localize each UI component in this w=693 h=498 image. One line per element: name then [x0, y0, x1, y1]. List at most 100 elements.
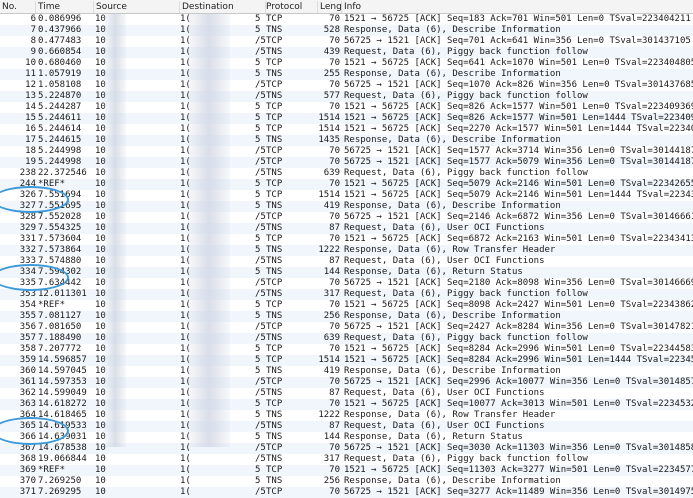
packet-time: 14.599049	[38, 388, 87, 398]
packet-info: 1521 → 56725 [ACK] Seq=8284 Ack=2996 Win…	[344, 344, 693, 354]
packet-time: 7.269295	[38, 487, 82, 497]
packet-destination-suffix: 5	[255, 190, 261, 200]
packet-time: *REF*	[38, 465, 66, 475]
packet-destination-suffix: /5	[255, 256, 266, 266]
packet-protocol: TNS	[266, 47, 283, 57]
column-header-source[interactable]: Source	[94, 1, 180, 13]
packet-time: 0.660854	[38, 47, 82, 57]
packet-row[interactable]: 370 7.269250 10 1(TNS 256 Response, Data (6),…	[0, 476, 693, 487]
packet-time: 7.552028	[38, 212, 82, 222]
packet-row[interactable]: 369 *REF* 10 1(TCP 70 1521 → 56725 [ACK] Seq=…	[0, 465, 693, 476]
packet-number: 369	[19, 465, 36, 475]
column-header-no[interactable]: No.	[0, 1, 36, 13]
packet-info: Request, Data (6), User OCI Functions	[344, 256, 545, 266]
packet-length: 70	[329, 179, 340, 189]
packet-length: 70	[329, 377, 340, 387]
packet-destination-suffix: 5	[255, 69, 261, 79]
packet-info: 1521 → 56725 [ACK] Seq=2270 Ack=1577 Win…	[344, 124, 693, 134]
packet-length: 419	[323, 366, 340, 376]
packet-info: Response, Data (6), Return Status	[344, 432, 523, 442]
packet-length: 577	[323, 91, 340, 101]
packet-number: 6	[30, 14, 36, 24]
packet-time: 0.086996	[38, 14, 82, 24]
packet-protocol: TNS	[266, 476, 283, 486]
packet-protocol: TCP	[266, 157, 283, 167]
packet-time: 0.680460	[38, 58, 82, 68]
packet-time: 1.058108	[38, 80, 82, 90]
packet-protocol: TNS	[266, 201, 283, 211]
packet-length: 70	[329, 58, 340, 68]
packet-destination: 1(	[180, 476, 191, 486]
packet-info: 56725 → 1521 [ACK] Seq=3277 Ack=11489 Wi…	[344, 487, 693, 497]
packet-protocol: TCP	[266, 124, 283, 134]
packet-destination-suffix: 5	[255, 366, 261, 376]
packet-length: 1514	[318, 124, 340, 134]
packet-info: Request, Data (6), Piggy back function f…	[344, 454, 588, 464]
packet-time: 14.596857	[38, 355, 87, 365]
packet-destination-suffix: /5	[255, 487, 266, 497]
packet-time: 5.244611	[38, 113, 82, 123]
packet-protocol: TNS	[266, 289, 283, 299]
packet-number: 354	[19, 300, 36, 310]
packet-number: 358	[19, 344, 36, 354]
packet-info: 56725 → 1521 [ACK] Seq=1577 Ack=3714 Win…	[344, 146, 693, 156]
packet-info: Request, Data (6), Piggy back function f…	[344, 289, 588, 299]
packet-length: 1435	[318, 135, 340, 145]
packet-destination-suffix: 5	[255, 58, 261, 68]
packet-time: 7.081650	[38, 322, 82, 332]
packet-length: 70	[329, 487, 340, 497]
packet-protocol: TCP	[266, 465, 283, 475]
packet-protocol: TCP	[266, 234, 283, 244]
packet-number: 331	[19, 234, 36, 244]
packet-length: 70	[329, 465, 340, 475]
packet-time: 14.678538	[38, 443, 87, 453]
packet-protocol: TCP	[266, 355, 283, 365]
packet-protocol: TNS	[266, 410, 283, 420]
packet-protocol: TCP	[266, 300, 283, 310]
packet-info: 56725 → 1521 [ACK] Seq=3030 Ack=11303 Wi…	[344, 443, 693, 453]
packet-info: 56725 → 1521 [ACK] Seq=1577 Ack=5079 Win…	[344, 157, 693, 167]
column-header-protocol[interactable]: Protocol	[264, 1, 318, 13]
packet-list-header: No. Time Source Destination Protocol Len…	[0, 0, 693, 14]
packet-protocol: TCP	[266, 278, 283, 288]
packet-length: 70	[329, 300, 340, 310]
packet-destination-suffix: /5	[255, 333, 266, 343]
packet-protocol: TNS	[266, 245, 283, 255]
packet-time: *REF*	[38, 300, 66, 310]
column-header-time[interactable]: Time	[36, 1, 94, 13]
column-header-info[interactable]: Info	[342, 1, 693, 13]
packet-protocol: TNS	[266, 168, 283, 178]
packet-protocol: TNS	[266, 421, 283, 431]
packet-length: 144	[323, 432, 340, 442]
packet-info: 56725 → 1521 [ACK] Seq=1070 Ack=826 Win=…	[344, 80, 693, 90]
packet-time: 0.477483	[38, 36, 82, 46]
packet-protocol: TNS	[266, 69, 283, 79]
packet-destination-suffix: 5	[255, 300, 261, 310]
packet-length: 70	[329, 234, 340, 244]
packet-number: 15	[25, 113, 36, 123]
packet-protocol: TCP	[266, 14, 283, 24]
packet-time: 7.554325	[38, 223, 82, 233]
packet-time: 19.066844	[38, 454, 87, 464]
packet-protocol: TCP	[266, 58, 283, 68]
packet-number: 12	[25, 80, 36, 90]
packet-destination-suffix: 5	[255, 113, 261, 123]
packet-number: 238	[19, 168, 36, 178]
packet-destination-suffix: /5	[255, 278, 266, 288]
packet-number: 363	[19, 399, 36, 409]
packet-info: 56725 → 1521 [ACK] Seq=2427 Ack=8284 Win…	[344, 322, 693, 332]
packet-number: 355	[19, 311, 36, 321]
packet-row[interactable]: 371 7.269295 10 1(TCP 70 56725 → 1521 [ACK] S…	[0, 487, 693, 498]
column-header-destination[interactable]: Destination	[180, 1, 266, 13]
packet-number: 14	[25, 102, 36, 112]
packet-info: 1521 → 56725 [ACK] Seq=826 Ack=1577 Win=…	[344, 113, 693, 123]
packet-number: 356	[19, 322, 36, 332]
packet-source: 10	[95, 487, 106, 497]
packet-length: 70	[329, 322, 340, 332]
packet-length: 70	[329, 278, 340, 288]
packet-time: 14.618272	[38, 399, 87, 409]
packet-number: 359	[19, 355, 36, 365]
packet-length: 70	[329, 344, 340, 354]
column-header-length[interactable]: Length	[318, 1, 342, 13]
packet-row[interactable]: 368 19.066844 10 1(TNS 317 Request, Data (6),…	[0, 454, 693, 465]
